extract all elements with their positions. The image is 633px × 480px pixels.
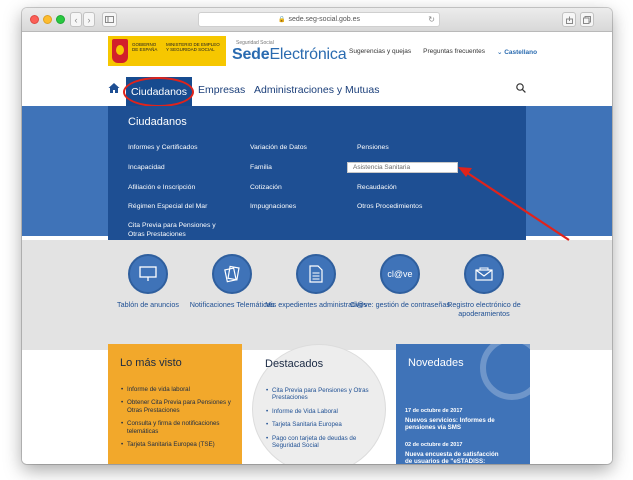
svg-text:cl@ve: cl@ve <box>387 269 412 279</box>
menu-item-impugnaciones[interactable]: Impugnaciones <box>250 203 296 212</box>
minimize-window-button[interactable] <box>43 15 52 24</box>
share-icon <box>565 16 573 24</box>
sede-logo[interactable]: Seguridad Social SedeElectrónica <box>232 40 347 64</box>
menu-item-otros[interactable]: Otros Procedimientos <box>357 203 422 212</box>
clave-icon: cl@ve <box>380 254 420 294</box>
sidebar-icon <box>105 16 114 23</box>
menu-item-regimen-mar[interactable]: Régimen Especial del Mar <box>128 203 207 212</box>
list-item[interactable]: Informe de vida laboral <box>121 386 236 394</box>
header-links: Sugerencias y quejas Preguntas frecuente… <box>349 48 537 56</box>
news-date: 02 de octubre de 2017 <box>405 442 463 448</box>
coat-of-arms-icon <box>112 39 128 63</box>
browser-toolbar: ‹ › 🔒 sede.seg-social.gob.es ↻ <box>22 8 612 32</box>
menu-item-cita-previa[interactable]: Cita Previa para Pensiones y Otras Prest… <box>128 222 228 239</box>
service-label: Registro electrónico de apoderamientos <box>447 300 521 318</box>
menu-item-variacion-datos[interactable]: Variación de Datos <box>250 144 307 153</box>
zoom-window-button[interactable] <box>56 15 65 24</box>
suggestions-link[interactable]: Sugerencias y quejas <box>349 48 411 56</box>
tabs-button[interactable] <box>580 12 594 27</box>
exclamation-icon <box>480 344 530 400</box>
board-icon <box>128 254 168 294</box>
list-item[interactable]: Informe de Vida Laboral <box>266 408 381 416</box>
news-date: 17 de octubre de 2017 <box>405 408 463 414</box>
url-text: sede.seg-social.gob.es <box>288 16 361 23</box>
documents-icon <box>212 254 252 294</box>
menu-title: Ciudadanos <box>128 116 187 128</box>
menu-item-pensiones[interactable]: Pensiones <box>357 144 389 153</box>
menu-item-familia[interactable]: Familia <box>250 164 272 173</box>
envelope-icon <box>464 254 504 294</box>
site-header: GOBIERNO DE ESPAÑA MINISTERIO DE EMPLEO … <box>22 32 612 76</box>
web-page: GOBIERNO DE ESPAÑA MINISTERIO DE EMPLEO … <box>22 32 612 464</box>
lock-icon: 🔒 <box>277 17 286 23</box>
card-title: Lo más visto <box>120 357 182 369</box>
ciudadanos-menu: Ciudadanos Informes y Certificados Incap… <box>108 106 526 240</box>
menu-item-asistencia-sanitaria[interactable]: Asistencia Sanitaria <box>347 162 458 173</box>
chevron-left-icon: ‹ <box>74 14 78 25</box>
language-selector[interactable]: ⌄ Castellano <box>497 48 537 56</box>
sede-title: SedeElectrónica <box>232 46 347 63</box>
list-item[interactable]: Cita Previa para Pensiones y Otras Prest… <box>266 387 381 402</box>
most-viewed-list: Informe de vida laboral Obtener Cita Pre… <box>121 386 236 454</box>
main-nav: Ciudadanos Empresas Administraciones y M… <box>22 76 612 107</box>
faq-link[interactable]: Preguntas frecuentes <box>423 48 485 56</box>
annotation-circle <box>123 77 194 107</box>
list-item[interactable]: Tarjeta Sanitaria Europea <box>266 421 381 429</box>
ministry-label: MINISTERIO DE EMPLEO Y SEGURIDAD SOCIAL <box>166 42 220 52</box>
close-window-button[interactable] <box>30 15 39 24</box>
nav-item-empresas[interactable]: Empresas <box>198 84 245 96</box>
menu-item-cotizacion[interactable]: Cotización <box>250 184 282 193</box>
back-button[interactable]: ‹ <box>70 12 82 27</box>
menu-item-recaudacion[interactable]: Recaudación <box>357 184 397 193</box>
news-link[interactable]: Nueva encuesta de satisfacción de usuari… <box>405 451 505 464</box>
menu-item-afiliacion[interactable]: Afiliación e Inscripción <box>128 184 195 193</box>
list-item[interactable]: Obtener Cita Previa para Pensiones y Otr… <box>121 399 236 414</box>
list-item[interactable]: Consulta y firma de notificaciones telem… <box>121 420 236 435</box>
menu-item-informes[interactable]: Informes y Certificados <box>128 144 198 153</box>
government-logo[interactable]: GOBIERNO DE ESPAÑA MINISTERIO DE EMPLEO … <box>108 36 226 66</box>
news-card: Novedades 17 de octubre de 2017 Nuevos s… <box>396 344 530 464</box>
list-item[interactable]: Tarjeta Sanitaria Europea (TSE) <box>121 441 236 449</box>
featured-list: Cita Previa para Pensiones y Otras Prest… <box>266 387 381 455</box>
reload-icon[interactable]: ↻ <box>428 15 435 24</box>
list-item[interactable]: Pago con tarjeta de deudas de Seguridad … <box>266 435 381 450</box>
nav-item-administraciones[interactable]: Administraciones y Mutuas <box>254 84 379 96</box>
menu-item-incapacidad[interactable]: Incapacidad <box>128 164 165 173</box>
home-icon[interactable] <box>108 82 120 94</box>
share-button[interactable] <box>562 12 576 27</box>
card-title: Destacados <box>265 358 324 370</box>
card-title: Novedades <box>408 357 464 369</box>
sidebar-button[interactable] <box>102 12 117 27</box>
featured-card: Destacados Cita Previa para Pensiones y … <box>252 344 386 464</box>
government-label: GOBIERNO DE ESPAÑA <box>132 42 158 52</box>
service-registro[interactable]: Registro electrónico de apoderamientos <box>424 254 544 318</box>
most-viewed-card: Lo más visto Informe de vida laboral Obt… <box>108 344 242 464</box>
address-bar[interactable]: 🔒 sede.seg-social.gob.es ↻ <box>198 12 440 27</box>
search-icon[interactable] <box>516 83 526 93</box>
file-icon <box>296 254 336 294</box>
tabs-icon <box>583 15 591 24</box>
chevron-right-icon: › <box>87 14 91 25</box>
forward-button[interactable]: › <box>83 12 95 27</box>
browser-window: ‹ › 🔒 sede.seg-social.gob.es ↻ GOBIERNO … <box>22 8 612 464</box>
news-link[interactable]: Nuevos servicios: Informes de pensiones … <box>405 417 505 431</box>
